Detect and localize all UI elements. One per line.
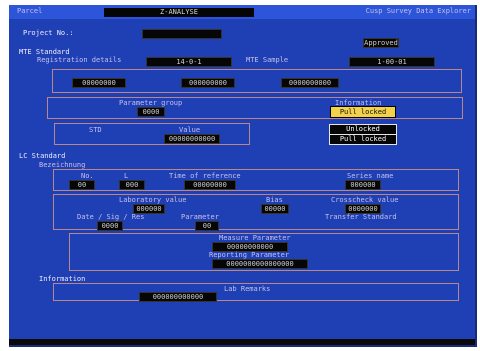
group-a-sub-label: Registration details — [37, 56, 122, 64]
group-b-heading: LC Standard — [19, 152, 66, 160]
registration-field[interactable]: 14-0-1 — [146, 57, 232, 67]
pull-locked-dark-button[interactable]: Pull locked — [329, 134, 397, 145]
pull-locked-button[interactable]: Pull locked — [330, 106, 396, 118]
field-series[interactable]: 000000 — [345, 180, 381, 190]
group-a-small-box — [54, 123, 250, 145]
group-b-row1-box — [53, 169, 459, 191]
small-field[interactable]: 00000000000 — [164, 134, 220, 144]
footer-label: Lab Remarks — [224, 285, 271, 293]
small-label-1: STD — [89, 126, 102, 134]
bottom-status-strip — [9, 339, 475, 345]
field-2[interactable]: 000000000 — [181, 78, 235, 88]
field-1[interactable]: 00000000 — [72, 78, 126, 88]
center-field-2[interactable]: 0000000000000000 — [212, 259, 308, 269]
group-a-mid-box — [47, 97, 463, 119]
sample-label: MTE Sample — [246, 56, 289, 64]
title-center-bar: Z-ANALYSE — [104, 8, 254, 17]
project-label: Project No.: — [23, 29, 74, 37]
sample-field[interactable]: 1-00-01 — [349, 57, 435, 67]
footer-field[interactable]: 000000000000 — [139, 292, 217, 302]
label-transfer: Transfer Standard — [325, 213, 397, 221]
field-3[interactable]: 0000000000 — [281, 78, 339, 88]
field-param[interactable]: 00 — [195, 221, 219, 231]
terminal-screen: Parcel Z-ANALYSE Cusp Survey Data Explor… — [9, 5, 477, 347]
field-l[interactable]: 000 — [119, 180, 145, 190]
title-bar: Parcel Z-ANALYSE Cusp Survey Data Explor… — [9, 5, 475, 19]
field-bias[interactable]: 00000 — [261, 204, 289, 214]
mid-field[interactable]: 0000 — [137, 107, 165, 117]
field-time[interactable]: 00000000 — [184, 180, 236, 190]
field-no[interactable]: 00 — [69, 180, 95, 190]
project-field[interactable] — [142, 29, 222, 39]
title-left: Parcel — [17, 7, 43, 15]
title-right: Cusp Survey Data Explorer — [365, 7, 471, 15]
field-date[interactable]: 0000 — [97, 221, 123, 231]
status-field[interactable]: Approved — [363, 38, 399, 48]
